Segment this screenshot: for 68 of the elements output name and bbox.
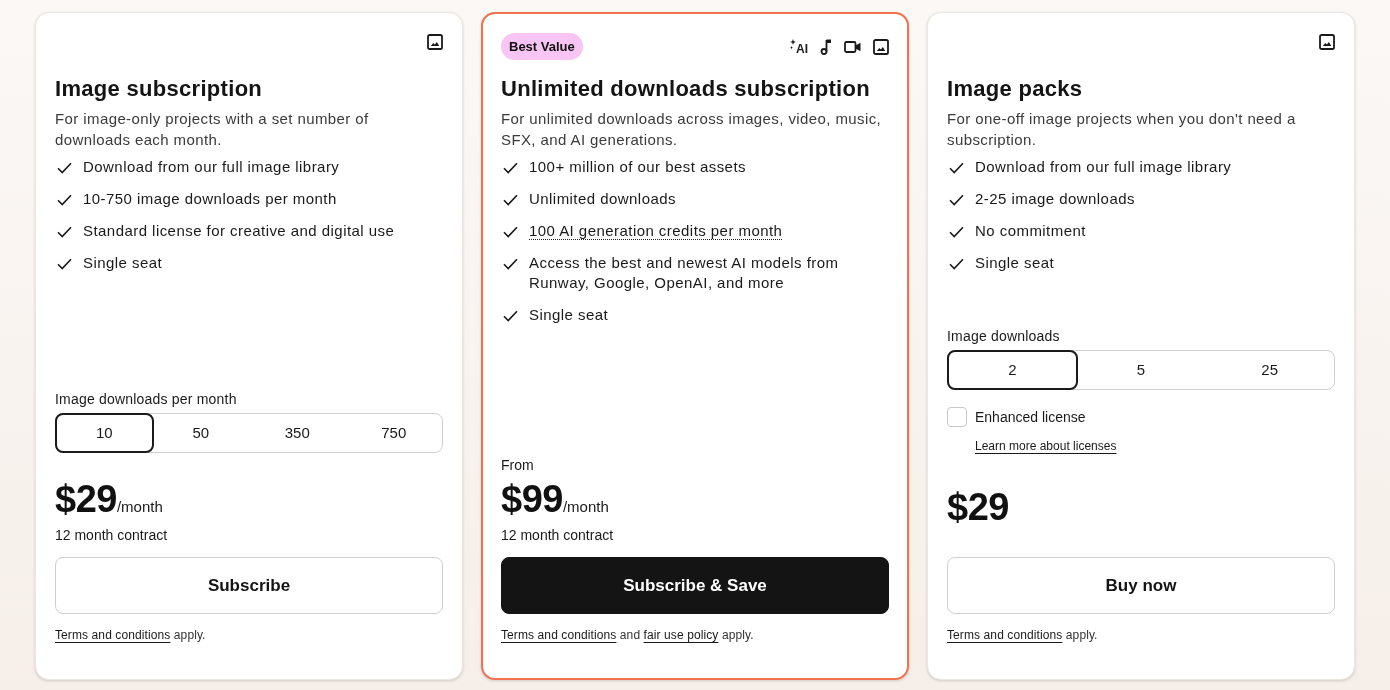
terms-link[interactable]: Terms and conditions	[947, 628, 1063, 642]
license-label: Enhanced license	[975, 408, 1086, 426]
plan-title: Image packs	[947, 76, 1084, 102]
plan-action-button[interactable]: Subscribe	[55, 557, 443, 614]
check-icon	[949, 162, 964, 174]
terms-link[interactable]: fair use policy	[643, 628, 719, 642]
plan-description: For image-only projects with a set number of downloads each month.	[55, 109, 370, 150]
price-period: /month	[116, 498, 163, 517]
check-icon	[949, 194, 964, 206]
feature-text: Single seat	[83, 254, 163, 271]
check-icon	[503, 310, 518, 322]
price-period: /month	[562, 498, 609, 517]
check-icon	[503, 258, 518, 270]
check-icon	[949, 258, 964, 270]
feature-text: Unlimited downloads	[529, 190, 676, 207]
music-note-icon	[820, 38, 832, 55]
feature-text: Download from our full image library	[975, 158, 1232, 175]
option-label: Image downloads	[947, 327, 1061, 345]
feature-text: 10-750 image downloads per month	[83, 190, 337, 207]
terms-note: Terms and conditions apply.	[55, 628, 207, 642]
image-icon	[873, 38, 889, 55]
best-value-tag: Best Value	[501, 33, 583, 60]
feature-text: 100+ million of our best assets	[529, 158, 746, 175]
option-tab[interactable]: 350	[248, 413, 347, 453]
option-tab[interactable]: 10	[55, 413, 154, 453]
contract-note: 12 month contract	[55, 527, 168, 543]
feature-text: No commitment	[975, 222, 1086, 239]
feature-text: 100 AI generation credits per month	[529, 222, 783, 240]
license-checkbox[interactable]	[947, 407, 967, 427]
check-icon	[57, 194, 72, 206]
check-icon	[57, 258, 72, 270]
video-camera-icon	[844, 40, 861, 53]
check-icon	[503, 194, 518, 206]
check-icon	[949, 226, 964, 238]
terms-note: Terms and conditions and fair use policy apply.	[501, 628, 755, 642]
price-amount: $29	[947, 488, 1009, 526]
plan-title: Image subscription	[55, 76, 264, 102]
feature-text: Access the best and newest AI models from Runway, Google, OpenAI, and more	[529, 254, 839, 291]
plan-description: For one-off image projects when you don't need a subscription.	[947, 109, 1297, 150]
check-icon	[57, 226, 72, 238]
plan-description: For unlimited downloads across images, video, music, SFX, and AI generations.	[501, 109, 883, 150]
plan-action-button[interactable]: Subscribe & Save	[501, 557, 889, 614]
option-tab[interactable]: 5	[1075, 350, 1207, 390]
image-icon	[1319, 34, 1335, 50]
feature-text: Single seat	[529, 306, 609, 323]
plan-action-button[interactable]: Buy now	[947, 557, 1335, 614]
feature-text: Download from our full image library	[83, 158, 340, 175]
check-icon	[503, 226, 518, 238]
feature-text: Standard license for creative and digital use	[83, 222, 395, 239]
price-amount: $29	[55, 480, 117, 518]
option-tab[interactable]: 25	[1204, 350, 1335, 390]
contract-note: 12 month contract	[501, 527, 614, 543]
check-icon	[57, 162, 72, 174]
option-tab[interactable]: 50	[151, 413, 250, 453]
option-tab[interactable]: 2	[947, 350, 1078, 390]
image-icon	[427, 34, 443, 50]
check-icon	[503, 162, 518, 174]
terms-note: Terms and conditions apply.	[947, 628, 1099, 642]
plan-title: Unlimited downloads subscription	[501, 76, 871, 102]
price-prefix: From	[501, 456, 535, 474]
feature-text: Single seat	[975, 254, 1055, 271]
price-amount: $99	[501, 480, 563, 518]
option-tab[interactable]: 750	[344, 413, 443, 453]
terms-link[interactable]: Terms and conditions	[501, 628, 617, 642]
option-label: Image downloads per month	[55, 390, 238, 408]
terms-link[interactable]: Terms and conditions	[55, 628, 171, 642]
feature-text: 2-25 image downloads	[975, 190, 1135, 207]
license-info-link[interactable]: Learn more about licenses	[975, 439, 1117, 453]
